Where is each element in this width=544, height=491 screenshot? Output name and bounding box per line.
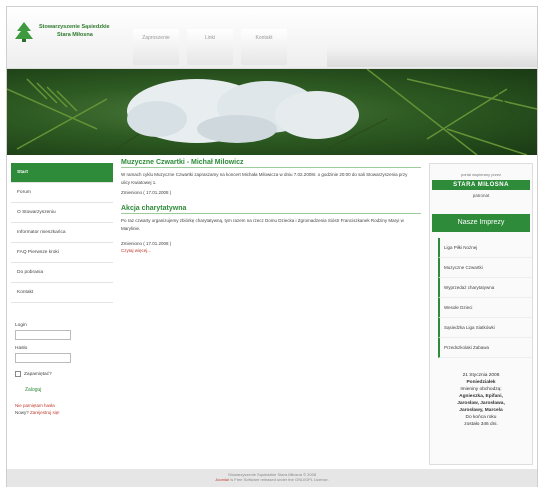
- sponsor-note: patronat: [472, 193, 490, 198]
- password-input[interactable]: [15, 353, 71, 363]
- event-item[interactable]: Muzyczne Czwartki: [438, 258, 532, 278]
- pine-snow-image: [7, 69, 537, 155]
- event-item[interactable]: Liga Piłki Nożnej: [438, 238, 532, 258]
- tree-icon: [15, 22, 33, 42]
- sponsor-box: portal wspierany przez STARA MIŁOSNA pat…: [430, 164, 532, 198]
- site-logo[interactable]: Stowarzyszenie Sąsiedzkie Stara Miłosna: [13, 19, 133, 49]
- days-remaining: zostało 346 dni.: [464, 422, 498, 427]
- sidebar-item-forum[interactable]: Forum: [11, 183, 113, 203]
- tab-zaproszenie[interactable]: Zaproszenie: [133, 29, 179, 65]
- nameday-date: 21 Stycznia 2008: [462, 373, 500, 378]
- article-body: Po raz czwarty organizujemy zbiórkę char…: [121, 218, 404, 231]
- nameday-names: Jarosław, Jarosława,: [457, 401, 505, 406]
- license-text: is Free Software released under the GNU/…: [229, 477, 329, 482]
- sidebar-item-faq[interactable]: FAQ Pierwsze kroki: [11, 243, 113, 263]
- event-item[interactable]: Sąsiedzka Liga Siatkówki: [438, 318, 532, 338]
- article-date: Zmieniono ( 17.01.2008 ): [121, 190, 172, 195]
- register-row: Nowy? Zarejestruj się!: [15, 410, 113, 415]
- remember-label: Zapamiętać?: [24, 371, 52, 377]
- right-sidebar: portal wspierany przez STARA MIŁOSNA pat…: [429, 163, 533, 465]
- no-account-label: Nowy?: [15, 410, 29, 415]
- login-button[interactable]: Zaloguj: [25, 387, 113, 393]
- article: Muzyczne Czwartki - Michał Milowicz W ra…: [121, 159, 421, 195]
- sidebar-item-start[interactable]: Start: [11, 163, 113, 183]
- page-frame: Stowarzyszenie Sąsiedzkie Stara Miłosna …: [6, 6, 538, 487]
- sidebar-item-informator[interactable]: Informator mieszkańca: [11, 223, 113, 243]
- left-sidebar: Start Forum O Stowarzyszeniu Informator …: [11, 163, 113, 473]
- event-item[interactable]: Przedszkolaki Zabawa: [438, 338, 532, 358]
- tab-kontakt[interactable]: Kontakt: [241, 29, 287, 65]
- article-date: Zmieniono ( 17.01.2008 ): [121, 241, 172, 246]
- register-link[interactable]: Zarejestruj się!: [30, 410, 60, 415]
- read-more-link[interactable]: Czytaj więcej...: [121, 248, 421, 253]
- footer-license: Joomla! is Free Software released under …: [7, 477, 537, 482]
- header: Stowarzyszenie Sąsiedzkie Stara Miłosna …: [7, 7, 537, 69]
- forgot-password-link[interactable]: Nie pamiętam hasła: [15, 403, 113, 408]
- remember-row: Zapamiętać?: [15, 371, 113, 377]
- event-item[interactable]: Wesołe Dzieci: [438, 298, 532, 318]
- login-form: Login Hasło Zapamiętać? Zaloguj Nie pami…: [11, 323, 113, 415]
- article: Akcja charytatywna Po raz czwarty organi…: [121, 205, 421, 253]
- header-bar: [327, 47, 537, 67]
- nameday-names: Agnieszka, Epifani,: [459, 394, 503, 399]
- logo-subtitle: Stara Miłosna: [57, 32, 93, 38]
- nameday-label: Imieniny obchodzą:: [460, 387, 502, 392]
- article-body: W ramach cyklu Muzyczne Czwartki zaprasz…: [121, 172, 408, 185]
- article-title[interactable]: Akcja charytatywna: [121, 205, 421, 214]
- sidebar-item-o-stowarzyszeniu[interactable]: O Stowarzyszeniu: [11, 203, 113, 223]
- nameday-weekday: Poniedziałek: [466, 380, 496, 385]
- main-content: Muzyczne Czwartki - Michał Milowicz W ra…: [121, 159, 421, 253]
- login-label: Login: [15, 323, 27, 328]
- top-nav: Zaproszenie Linki Kontakt: [133, 29, 295, 65]
- remember-checkbox[interactable]: [15, 371, 21, 377]
- sidebar-item-kontakt[interactable]: Kontakt: [11, 283, 113, 303]
- nameday-box: 21 Stycznia 2008 Poniedziałek Imieniny o…: [430, 372, 532, 428]
- joomla-link[interactable]: Joomla!: [215, 477, 229, 482]
- year-end-label: Do końca roku: [465, 415, 497, 420]
- footer: Stowarzyszenie Sąsiedzkie Stara Miłosna …: [7, 469, 537, 487]
- nameday-names: Jarosławy, Marcela: [459, 408, 503, 413]
- password-label: Hasło: [15, 346, 28, 351]
- sidebar-item-do-pobrania[interactable]: Do pobrania: [11, 263, 113, 283]
- sponsor-logo[interactable]: STARA MIŁOSNA: [432, 180, 530, 190]
- events-title: Nasze Imprezy: [432, 214, 530, 232]
- logo-title: Stowarzyszenie Sąsiedzkie: [39, 24, 110, 30]
- banner-image: [7, 69, 537, 155]
- events-list: Liga Piłki Nożnej Muzyczne Czwartki Wypr…: [430, 238, 532, 358]
- article-title[interactable]: Muzyczne Czwartki - Michał Milowicz: [121, 159, 421, 168]
- event-item[interactable]: Wyprzedaż charytatywna: [438, 278, 532, 298]
- sponsor-caption: portal wspierany przez: [460, 172, 502, 177]
- login-input[interactable]: [15, 330, 71, 340]
- tab-linki[interactable]: Linki: [187, 29, 233, 65]
